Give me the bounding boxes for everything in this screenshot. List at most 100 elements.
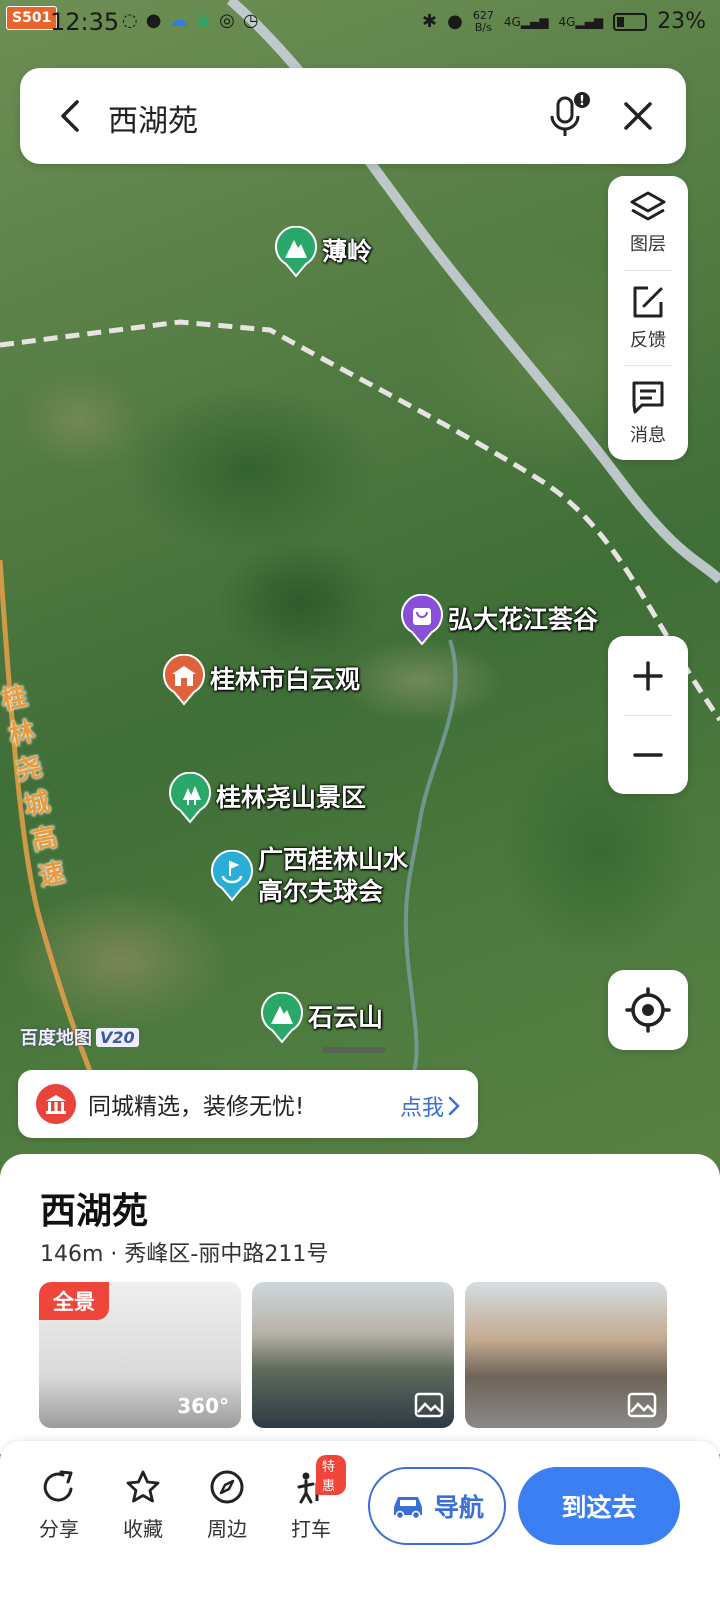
navigate-label: 导航	[433, 1493, 484, 1522]
taxi-label: 打车	[291, 1517, 331, 1541]
search-bar[interactable]: 西湖苑 !	[20, 68, 686, 164]
share-button[interactable]: 分享	[24, 1469, 94, 1542]
nearby-label: 周边	[207, 1517, 247, 1541]
layers-button[interactable]: 图层	[608, 176, 688, 270]
map-tools-panel: 图层 反馈 消息	[608, 176, 688, 460]
svg-text:!: !	[579, 94, 585, 109]
compass-icon	[210, 1470, 244, 1504]
place-card[interactable]: 西湖苑 146m · 秀峰区-丽中路211号 全景 360°	[0, 1154, 720, 1454]
star-icon	[126, 1470, 160, 1503]
poi-label-line2: 高尔夫球会	[258, 877, 384, 906]
zoom-out-button[interactable]	[608, 715, 688, 794]
layers-label: 图层	[630, 234, 666, 255]
poi-boling[interactable]: 薄岭	[274, 226, 372, 278]
app-icon: ◉	[195, 10, 212, 31]
layers-icon	[630, 191, 666, 221]
locate-button[interactable]	[608, 970, 688, 1050]
status-bar: S501 12:35 ◌ ● ☁ ◉ ◎ ◷ ✱ ● 627 B/s 4G▂▄▆…	[0, 0, 720, 44]
voice-search-button[interactable]: !	[540, 90, 592, 142]
poi-shiyunshan[interactable]: 石云山	[260, 992, 383, 1044]
promo-link[interactable]: 点我	[400, 1090, 460, 1122]
golf-icon	[211, 850, 253, 902]
shopping-bag-icon	[401, 594, 443, 646]
photo-thumbnail[interactable]	[465, 1282, 667, 1428]
panorama-thumbnail[interactable]: 全景 360°	[39, 1282, 241, 1428]
promo-banner[interactable]: 同城精选，装修无忧! 点我	[18, 1070, 478, 1138]
back-button[interactable]	[46, 92, 94, 140]
poi-hongda[interactable]: 弘大花江荟谷	[400, 594, 598, 646]
feedback-button[interactable]: 反馈	[608, 271, 688, 365]
favorite-button[interactable]: 收藏	[108, 1469, 178, 1542]
poi-yaoshan[interactable]: 桂林尧山景区	[168, 772, 366, 824]
crosshair-icon	[625, 987, 671, 1033]
image-icon	[414, 1392, 444, 1418]
chevron-right-icon	[448, 1096, 460, 1116]
map-watermark: 百度地图 V20	[20, 1024, 139, 1050]
net-speed: 627 B/s	[472, 8, 494, 34]
poi-label: 石云山	[308, 1003, 384, 1032]
poi-label: 弘大花江荟谷	[448, 605, 599, 634]
mountain-icon	[261, 992, 303, 1044]
status-time: 12:35	[50, 8, 120, 36]
poi-golf[interactable]: 广西桂林山水 高尔夫球会	[210, 844, 408, 908]
watermark-text: 百度地图	[20, 1028, 92, 1049]
share-icon	[43, 1470, 73, 1502]
building-icon	[36, 1084, 76, 1124]
edit-icon	[633, 286, 663, 318]
panorama-badge: 全景	[39, 1282, 109, 1320]
plus-icon	[633, 660, 663, 691]
signal-icon: 4G▂▄▆	[503, 14, 549, 29]
nearby-button[interactable]: 周边	[192, 1469, 262, 1542]
battery-level: 23%	[657, 9, 706, 34]
place-address: 146m · 秀峰区-丽中路211号	[40, 1242, 329, 1267]
microphone-icon: !	[550, 92, 590, 136]
car-icon	[393, 1497, 422, 1519]
zoom-controls	[608, 636, 688, 794]
close-icon	[624, 102, 652, 130]
signal-type: 4G	[558, 14, 576, 29]
navigate-button[interactable]: 导航	[368, 1467, 506, 1545]
poi-label: 桂林市白云观	[210, 665, 361, 694]
watermark-version: V20	[96, 1027, 139, 1047]
image-icon	[627, 1392, 657, 1418]
wechat-icon: ◌	[122, 10, 138, 31]
feedback-label: 反馈	[630, 330, 666, 351]
alarm-icon: ◷	[242, 10, 259, 31]
chevron-left-icon	[61, 100, 79, 132]
poi-label: 桂林尧山景区	[216, 783, 367, 812]
taxi-button[interactable]: 特惠 打车	[276, 1455, 346, 1542]
weather-icon: ☁	[169, 10, 188, 31]
action-bar: 分享 收藏 周边 特惠 打车 导航 到这去	[0, 1440, 720, 1600]
go-here-button[interactable]: 到这去	[518, 1467, 680, 1545]
place-title: 西湖苑	[40, 1191, 149, 1232]
messages-button[interactable]: 消息	[608, 366, 688, 460]
close-button[interactable]	[614, 92, 662, 140]
battery-icon	[613, 12, 648, 31]
share-label: 分享	[39, 1517, 79, 1541]
poi-golf-labels: 广西桂林山水 高尔夫球会	[254, 844, 408, 908]
location-icon: ●	[447, 11, 463, 32]
promo-link-label: 点我	[399, 1096, 444, 1121]
messages-label: 消息	[630, 425, 666, 446]
promo-text: 同城精选，装修无忧!	[88, 1094, 305, 1120]
notification-icons: ◌ ● ☁ ◉ ◎ ◷	[122, 10, 259, 31]
photo-thumbnail[interactable]	[252, 1282, 454, 1428]
poi-label: 广西桂林山水	[258, 845, 409, 874]
panorama-360-icon: 360°	[177, 1394, 229, 1418]
bluetooth-icon: ✱	[422, 11, 438, 32]
message-icon	[632, 381, 664, 414]
eye-icon: ◎	[219, 10, 235, 31]
zoom-in-button[interactable]	[608, 636, 688, 715]
favorite-label: 收藏	[123, 1517, 163, 1541]
chat-icon: ●	[145, 10, 162, 31]
poi-baiyunguan[interactable]: 桂林市白云观	[162, 654, 360, 706]
minus-icon	[633, 752, 663, 757]
search-input[interactable]: 西湖苑	[108, 96, 198, 140]
drag-handle[interactable]	[322, 1047, 386, 1053]
taxi-badge: 特惠	[316, 1455, 346, 1495]
go-here-label: 到这去	[561, 1493, 637, 1522]
mountain-icon	[275, 226, 317, 278]
temple-icon	[163, 654, 205, 706]
tree-icon	[169, 772, 211, 824]
signal-type: 4G	[503, 14, 521, 29]
